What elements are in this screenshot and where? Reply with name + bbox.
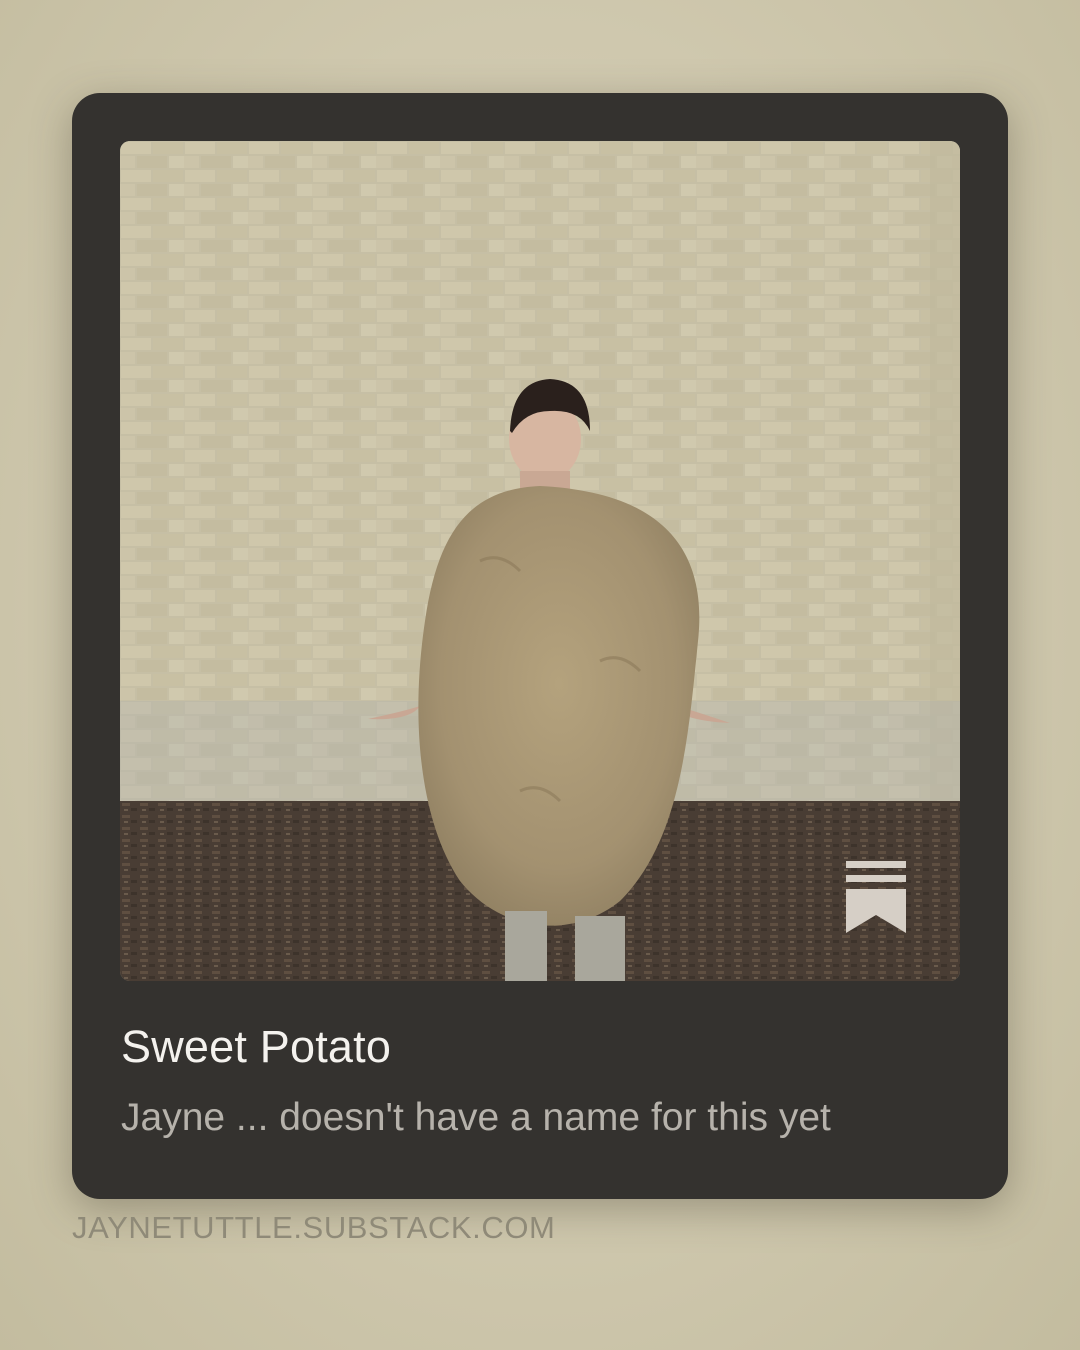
bookmark-icon[interactable] [846,861,906,933]
post-preview-card[interactable]: Sweet Potato Jayne ... doesn't have a na… [72,93,1008,1199]
source-domain[interactable]: JAYNETUTTLE.SUBSTACK.COM [72,1210,555,1246]
post-subtitle: Jayne ... doesn't have a name for this y… [121,1096,831,1139]
post-title[interactable]: Sweet Potato [121,1021,391,1073]
cover-photo [120,141,960,981]
post-cover-image[interactable] [120,141,960,981]
